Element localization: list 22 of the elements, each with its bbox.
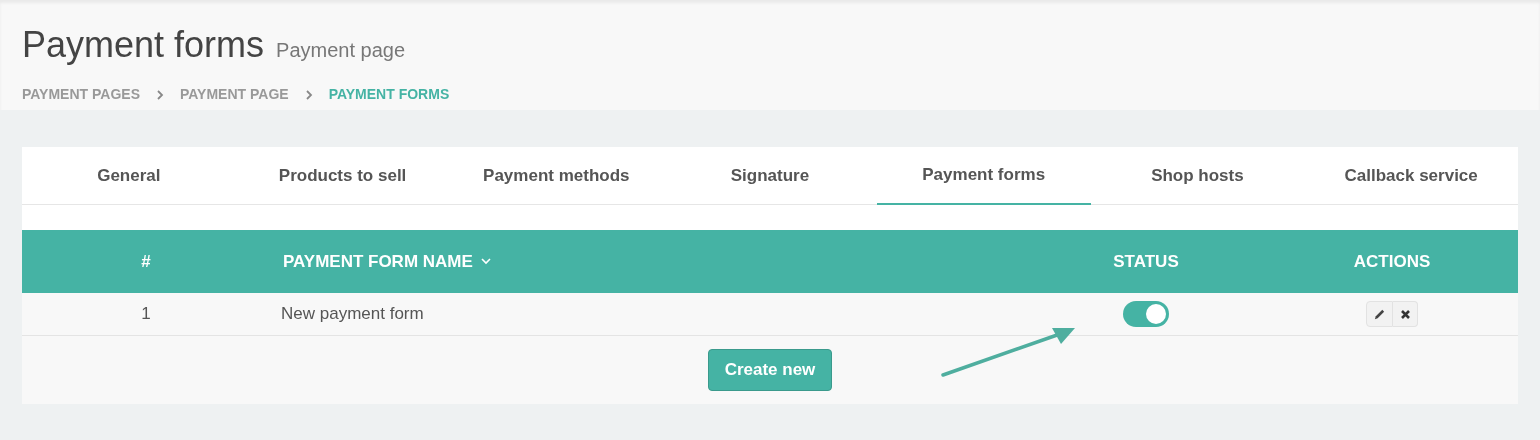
table-cell-text: New payment form xyxy=(280,303,425,326)
tab[interactable]: Payment forms xyxy=(876,147,1091,205)
delete-button[interactable] xyxy=(1393,301,1418,327)
page-subtitle: Payment page xyxy=(276,38,406,63)
page-title: Payment forms xyxy=(22,23,265,67)
column-header: STATUS xyxy=(1112,250,1180,273)
pencil-icon xyxy=(1373,307,1386,321)
tab[interactable]: Signature xyxy=(663,147,877,205)
tab[interactable]: Products to sell xyxy=(235,147,450,205)
tab[interactable]: Shop hosts xyxy=(1090,147,1305,205)
close-icon xyxy=(1399,308,1411,320)
tab[interactable]: General xyxy=(22,147,236,205)
tab[interactable]: Callback service xyxy=(1304,147,1518,205)
column-header: ACTIONS xyxy=(1352,250,1432,273)
table-cell-text: 1 xyxy=(140,303,152,326)
chevron-icon xyxy=(304,88,313,101)
edit-button[interactable] xyxy=(1366,301,1393,327)
tab[interactable]: Payment methods xyxy=(449,147,664,205)
chevron-icon xyxy=(156,88,164,101)
caret-icon xyxy=(480,258,491,265)
column-header: # xyxy=(140,250,152,273)
status-toggle[interactable] xyxy=(1123,301,1169,327)
